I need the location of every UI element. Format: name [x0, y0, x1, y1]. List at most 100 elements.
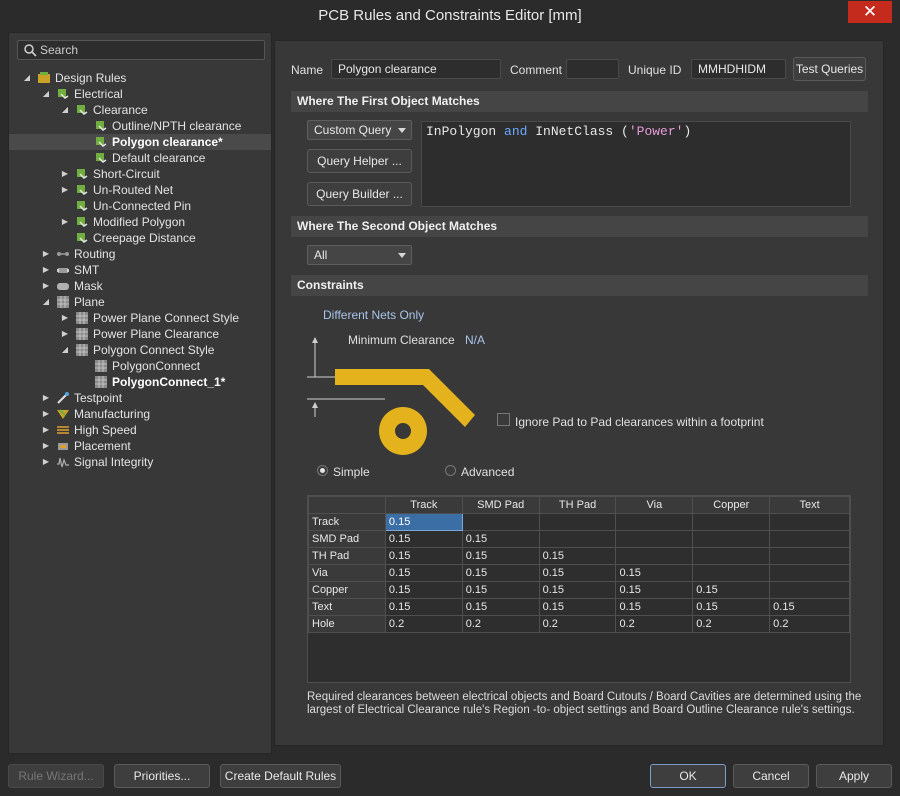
close-button[interactable]: ✕: [848, 1, 892, 23]
tree-item-placement[interactable]: ▶ Placement: [9, 438, 271, 454]
tree-item-label: Un-Routed Net: [93, 183, 174, 197]
clearance-cell[interactable]: 0.15: [384, 530, 463, 548]
tree-item-un-routed-net[interactable]: ▶ Un-Routed Net: [9, 182, 271, 198]
chevron-right-icon[interactable]: ▶: [60, 310, 70, 326]
search-input[interactable]: [40, 42, 260, 58]
search-box[interactable]: [17, 40, 265, 60]
chevron-right-icon[interactable]: ▶: [41, 278, 51, 294]
tree-item-polygonconnect-1[interactable]: PolygonConnect_1*: [9, 374, 271, 390]
electrical-rule-icon: [96, 153, 107, 163]
tree-item-clearance[interactable]: ◢ Clearance: [9, 102, 271, 118]
tree-item-electrical[interactable]: ◢ Electrical: [9, 86, 271, 102]
clearance-cell[interactable]: 0.15: [384, 598, 463, 616]
tree-item-polygonconnect[interactable]: PolygonConnect: [9, 358, 271, 374]
tree-item-plane[interactable]: ◢ Plane: [9, 294, 271, 310]
empty-cell: [769, 547, 850, 565]
column-header: TH Pad: [538, 496, 617, 514]
clearance-cell[interactable]: 0.15: [461, 564, 540, 582]
apply-button[interactable]: Apply: [816, 764, 892, 788]
tree-item-power-plane-clearance[interactable]: ▶ Power Plane Clearance: [9, 326, 271, 342]
clearance-cell[interactable]: 0.2: [384, 615, 463, 633]
first-object-mode-dropdown[interactable]: Custom Query: [307, 120, 412, 140]
cancel-button[interactable]: Cancel: [733, 764, 809, 788]
clearance-cell[interactable]: 0.15: [615, 564, 694, 582]
chevron-right-icon[interactable]: ▶: [60, 182, 70, 198]
clearance-cell[interactable]: 0.15: [615, 598, 694, 616]
chevron-down-icon[interactable]: ◢: [41, 86, 51, 102]
clearance-cell[interactable]: 0.15: [461, 547, 540, 565]
chevron-right-icon[interactable]: ▶: [60, 214, 70, 230]
tree-item-creepage-distance[interactable]: Creepage Distance: [9, 230, 271, 246]
chevron-right-icon[interactable]: ▶: [41, 454, 51, 470]
clearance-cell[interactable]: 0.15: [615, 581, 694, 599]
comment-field[interactable]: [566, 59, 619, 79]
chevron-down-icon[interactable]: ◢: [60, 342, 70, 358]
test-queries-button[interactable]: Test Queries: [793, 57, 866, 81]
different-nets-label[interactable]: Different Nets Only: [323, 308, 424, 322]
tree-item-testpoint[interactable]: ▶ Testpoint: [9, 390, 271, 406]
chevron-down-icon[interactable]: ◢: [60, 102, 70, 118]
clearance-cell[interactable]: 0.15: [384, 547, 463, 565]
electrical-rule-icon: [77, 233, 88, 243]
tree-item-un-connected-pin[interactable]: Un-Connected Pin: [9, 198, 271, 214]
clearance-matrix: Track SMD Pad TH Pad Via Copper Text Track 0.15…: [307, 495, 851, 683]
clearance-cell[interactable]: 0.15: [384, 581, 463, 599]
chevron-down-icon[interactable]: ◢: [41, 294, 51, 310]
tree-item-mask[interactable]: ▶ Mask: [9, 278, 271, 294]
tree-item-manufacturing[interactable]: ▶ Manufacturing: [9, 406, 271, 422]
tree-item-routing[interactable]: ▶ Routing: [9, 246, 271, 262]
chevron-right-icon[interactable]: ▶: [41, 422, 51, 438]
clearance-cell[interactable]: 0.2: [538, 615, 617, 633]
ignore-pad-checkbox[interactable]: [497, 413, 510, 426]
chevron-right-icon[interactable]: ▶: [60, 166, 70, 182]
query-editor[interactable]: InPolygon and InNetClass ('Power'): [421, 121, 851, 207]
tree-item-default-clearance[interactable]: Default clearance: [9, 150, 271, 166]
clearance-cell[interactable]: 0.15: [384, 564, 463, 582]
clearance-cell[interactable]: 0.2: [769, 615, 850, 633]
clearance-cell[interactable]: 0.15: [384, 513, 463, 531]
clearance-cell[interactable]: 0.15: [461, 581, 540, 599]
clearance-cell[interactable]: 0.15: [692, 581, 771, 599]
tree-item-design-rules[interactable]: ◢ Design Rules: [9, 70, 271, 86]
query-builder-button[interactable]: Query Builder ...: [307, 182, 412, 206]
chevron-down-icon[interactable]: ◢: [22, 70, 32, 86]
clearance-cell[interactable]: 0.2: [461, 615, 540, 633]
chevron-right-icon[interactable]: ▶: [41, 438, 51, 454]
clearance-cell[interactable]: 0.15: [538, 598, 617, 616]
chevron-right-icon[interactable]: ▶: [60, 326, 70, 342]
second-object-mode-dropdown[interactable]: All: [307, 245, 412, 265]
tree-item-polygon-clearance[interactable]: Polygon clearance*: [9, 134, 271, 150]
clearance-cell[interactable]: 0.15: [769, 598, 850, 616]
clearance-cell[interactable]: 0.15: [538, 564, 617, 582]
tree-item-polygon-connect-style[interactable]: ◢ Polygon Connect Style: [9, 342, 271, 358]
name-field[interactable]: Polygon clearance: [331, 59, 501, 79]
simple-mode-radio[interactable]: [317, 465, 328, 476]
priorities-button[interactable]: Priorities...: [114, 764, 210, 788]
clearance-cell[interactable]: 0.15: [538, 547, 617, 565]
clearance-cell[interactable]: 0.2: [692, 615, 771, 633]
unique-id-field[interactable]: MMHDHIDM: [691, 59, 786, 79]
chevron-right-icon[interactable]: ▶: [41, 406, 51, 422]
clearance-cell[interactable]: 0.15: [461, 530, 540, 548]
clearance-cell[interactable]: 0.15: [461, 598, 540, 616]
clearance-cell[interactable]: 0.15: [692, 598, 771, 616]
tree-item-signal-integrity[interactable]: ▶ Signal Integrity: [9, 454, 271, 470]
query-helper-button[interactable]: Query Helper ...: [307, 149, 412, 173]
create-default-rules-button[interactable]: Create Default Rules: [220, 764, 341, 788]
chevron-right-icon[interactable]: ▶: [41, 246, 51, 262]
advanced-mode-radio[interactable]: [445, 465, 456, 476]
tree-item-outline-npth-clearance[interactable]: Outline/NPTH clearance: [9, 118, 271, 134]
row-header: TH Pad: [308, 547, 386, 565]
tree-item-smt[interactable]: ▶ SMT: [9, 262, 271, 278]
chevron-right-icon[interactable]: ▶: [41, 390, 51, 406]
rule-wizard-button[interactable]: Rule Wizard...: [8, 764, 104, 788]
clearance-cell[interactable]: 0.15: [538, 581, 617, 599]
chevron-right-icon[interactable]: ▶: [41, 262, 51, 278]
tree-item-short-circuit[interactable]: ▶ Short-Circuit: [9, 166, 271, 182]
tree-item-power-plane-connect-style[interactable]: ▶ Power Plane Connect Style: [9, 310, 271, 326]
tree-item-modified-polygon[interactable]: ▶ Modified Polygon: [9, 214, 271, 230]
clearance-cell[interactable]: 0.2: [615, 615, 694, 633]
tree-item-label: SMT: [74, 263, 100, 277]
ok-button[interactable]: OK: [650, 764, 726, 788]
tree-item-high-speed[interactable]: ▶ High Speed: [9, 422, 271, 438]
